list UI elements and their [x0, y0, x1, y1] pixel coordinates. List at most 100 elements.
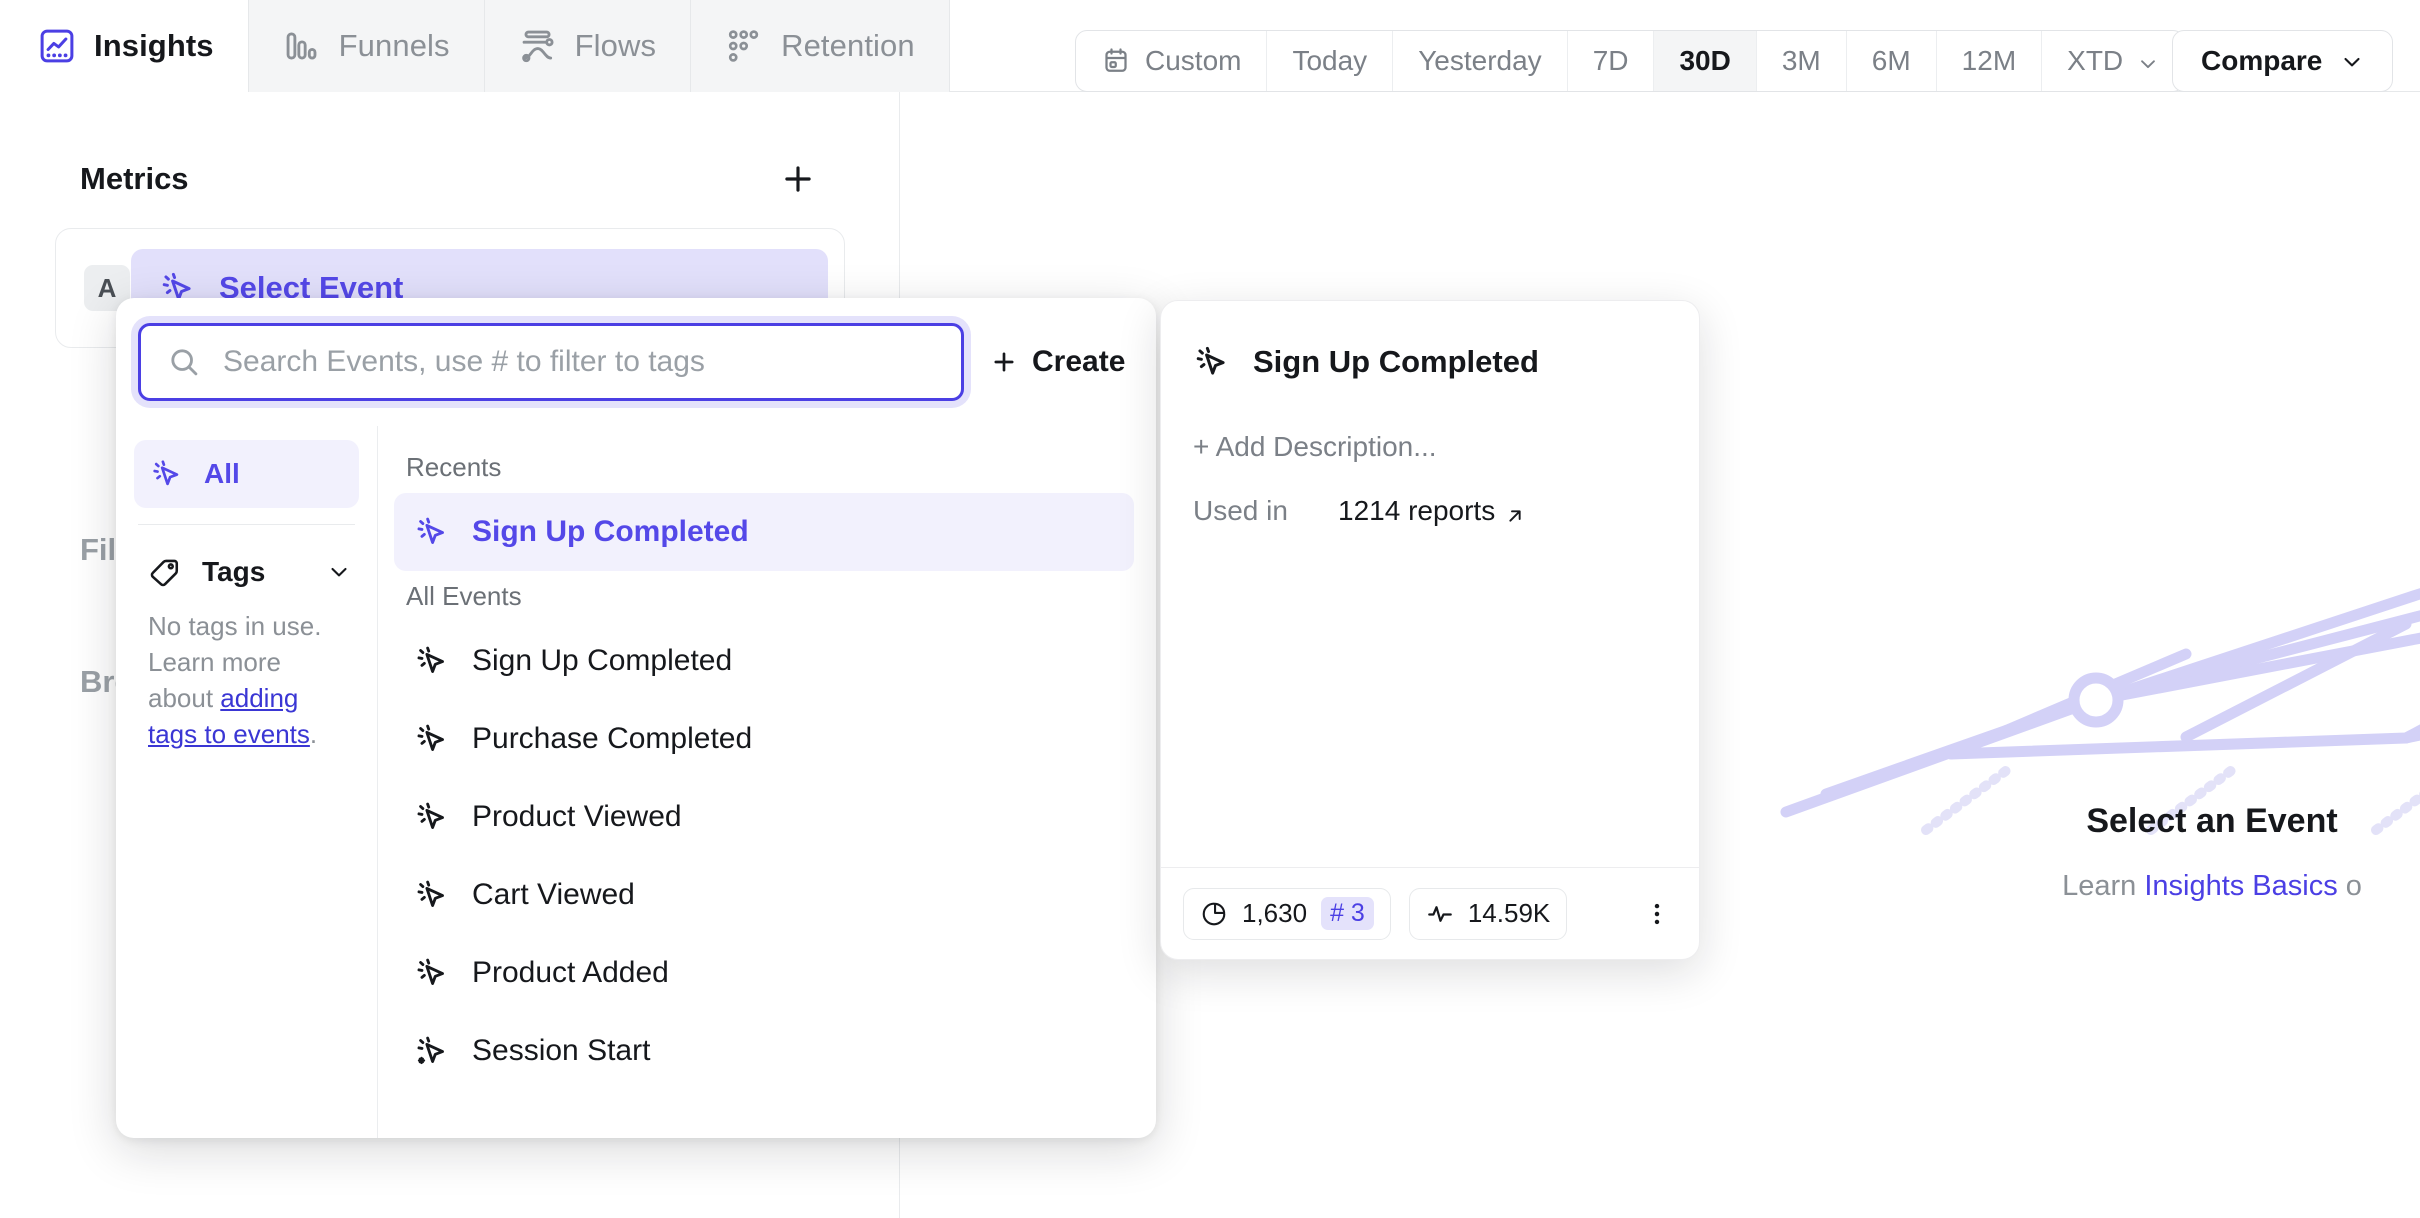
list-item[interactable]: Sign Up Completed — [394, 493, 1134, 571]
used-in-count: 1214 reports — [1338, 495, 1496, 526]
event-list: Recents Sign Up Completed All Events Sig… — [378, 426, 1156, 1138]
stat-chip-volume[interactable]: 1,630 # 3 — [1183, 887, 1391, 940]
chevron-down-icon — [327, 560, 351, 584]
create-event-button[interactable]: Create — [990, 345, 1125, 379]
sidebar-item-tags-label: Tags — [202, 556, 266, 587]
sidebar-item-all-label: All — [204, 458, 240, 489]
retention-dots-icon — [725, 27, 763, 65]
tab-funnels-label: Funnels — [338, 28, 450, 63]
sidebar-item-all[interactable]: All — [134, 440, 359, 508]
date-range-30d-label: 30D — [1679, 45, 1731, 76]
event-picker-sidebar: All Tags No tags in use. Learn more abou… — [116, 426, 378, 1138]
plus-icon — [785, 166, 811, 192]
sidebar-item-tags[interactable]: Tags — [134, 541, 359, 603]
tab-insights[interactable]: Insights — [0, 0, 249, 92]
kebab-menu-icon — [1654, 903, 1660, 924]
event-picker-body: All Tags No tags in use. Learn more abou… — [116, 426, 1156, 1138]
calendar-icon — [1101, 46, 1131, 76]
date-range-yesterday-label: Yesterday — [1418, 45, 1542, 76]
chevron-down-icon — [2340, 49, 2364, 73]
activity-pulse-icon — [1426, 900, 1454, 928]
empty-state-subtitle: Learn Insights Basics o — [1702, 870, 2420, 903]
insights-basics-link[interactable]: Insights Basics — [2144, 870, 2337, 902]
group-label-all-events: All Events — [406, 581, 522, 611]
date-range-today[interactable]: Today — [1267, 31, 1394, 91]
empty-state-panel: Select an Event Learn Insights Basics o — [1700, 92, 2420, 1218]
tab-flows-label: Flows — [574, 28, 657, 63]
list-item-label: Session Start — [472, 1034, 651, 1067]
arrow-up-right-icon — [1505, 501, 1525, 522]
list-item[interactable]: Session Start — [394, 1012, 1134, 1090]
stat-chip-activity[interactable]: 14.59K — [1408, 887, 1568, 940]
date-range-6m[interactable]: 6M — [1847, 31, 1937, 91]
date-range-7d[interactable]: 7D — [1568, 31, 1655, 91]
cursor-click-icon — [414, 955, 450, 991]
list-item[interactable]: Cart Viewed — [394, 856, 1134, 934]
event-detail-card: Sign Up Completed + Add Description... U… — [1160, 300, 1700, 960]
date-range-xtd[interactable]: XTD — [2042, 31, 2184, 91]
date-range-yesterday[interactable]: Yesterday — [1393, 31, 1568, 91]
date-range-today-label: Today — [1292, 45, 1368, 76]
date-range-12m-label: 12M — [1961, 45, 2017, 76]
flows-path-icon — [519, 27, 557, 65]
chevron-down-icon — [2137, 50, 2159, 72]
add-metric-button[interactable] — [776, 157, 820, 201]
date-range-7d-label: 7D — [1592, 45, 1629, 76]
cursor-click-icon — [414, 514, 450, 550]
date-range-3m-label: 3M — [1781, 45, 1821, 76]
list-item-label: Product Viewed — [472, 800, 682, 833]
tags-empty-note: No tags in use. Learn more about adding … — [134, 603, 359, 753]
funnels-bars-icon — [283, 27, 321, 65]
tab-retention-label: Retention — [781, 28, 915, 63]
compare-button[interactable]: Compare — [2172, 30, 2394, 92]
empty-state-title: Select an Event — [2086, 802, 2338, 840]
tags-note-suffix: . — [309, 718, 318, 749]
list-item[interactable]: Purchase Completed — [394, 700, 1134, 778]
tab-flows[interactable]: Flows — [484, 0, 692, 92]
sidebar-divider — [138, 524, 355, 525]
list-item-label: Product Added — [472, 956, 669, 989]
add-description-button[interactable]: + Add Description... — [1161, 381, 1699, 463]
stat-rank-badge: # 3 — [1321, 897, 1374, 930]
tab-retention[interactable]: Retention — [691, 0, 950, 92]
metrics-title: Metrics — [80, 161, 189, 196]
event-detail-footer: 1,630 # 3 14.59K — [1161, 867, 1699, 959]
list-item[interactable]: Sign Up Completed — [394, 622, 1134, 700]
compare-label: Compare — [2201, 45, 2323, 76]
cursor-click-icon — [414, 643, 450, 679]
date-range-xtd-label: XTD — [2067, 45, 2124, 76]
group-label-recents: Recents — [406, 452, 502, 482]
stat-volume-value: 1,630 — [1242, 898, 1308, 928]
empty-state-sub-prefix: Learn — [2062, 870, 2145, 902]
list-item-label: Purchase Completed — [472, 722, 753, 755]
cursor-click-icon — [414, 799, 450, 835]
tab-funnels[interactable]: Funnels — [248, 0, 485, 92]
cursor-click-icon — [150, 457, 184, 491]
cursor-click-icon — [1193, 343, 1231, 381]
list-item-label: Sign Up Completed — [472, 644, 733, 677]
date-range-12m[interactable]: 12M — [1937, 31, 2043, 91]
date-range-30d[interactable]: 30D — [1654, 31, 1757, 91]
used-in-label: Used in — [1193, 495, 1288, 526]
event-detail-header: Sign Up Completed — [1161, 301, 1699, 381]
date-range-custom[interactable]: Custom — [1076, 31, 1268, 91]
date-range-custom-label: Custom — [1145, 45, 1242, 76]
primary-tabs: Insights Funnels Flows Retention — [0, 0, 950, 92]
event-more-menu-button[interactable] — [1635, 892, 1679, 936]
create-event-label: Create — [1032, 345, 1126, 378]
search-icon — [171, 349, 198, 376]
plus-icon — [994, 352, 1014, 372]
date-range-3m[interactable]: 3M — [1757, 31, 1847, 91]
cursor-click-icon — [414, 877, 450, 913]
used-in-row: Used in 1214 reports — [1161, 463, 1699, 527]
tab-insights-label: Insights — [94, 28, 214, 63]
event-search-box[interactable] — [138, 323, 964, 401]
insights-app: Insights Funnels Flows Retention Custom … — [0, 0, 2420, 1218]
used-in-value[interactable]: 1214 reports — [1338, 495, 1525, 527]
insights-chart-icon — [38, 27, 76, 65]
event-picker-dropdown: Create All — [116, 298, 1156, 1138]
search-input[interactable] — [223, 345, 935, 379]
stat-activity-value: 14.59K — [1467, 898, 1551, 928]
list-item[interactable]: Product Added — [394, 934, 1134, 1012]
list-item[interactable]: Product Viewed — [394, 778, 1134, 856]
